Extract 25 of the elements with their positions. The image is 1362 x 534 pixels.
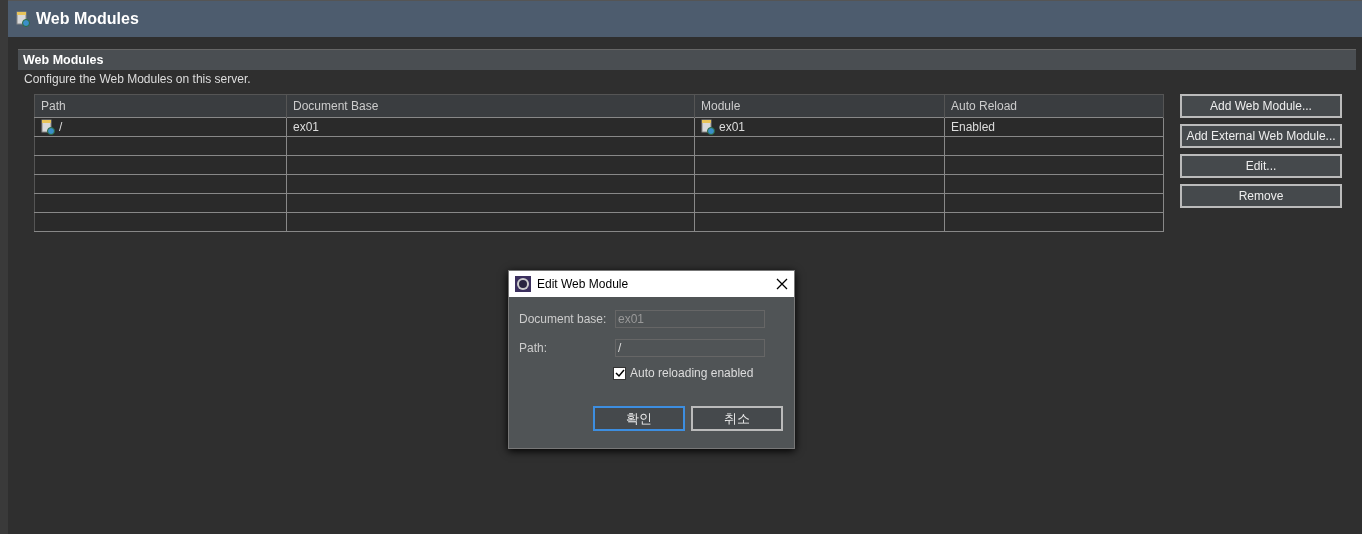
field-label: Document base: [519,312,608,326]
column-header[interactable]: Path [34,94,287,118]
action-button[interactable]: Add External Web Module... [1180,124,1342,148]
dialog-title: Edit Web Module [537,277,630,291]
action-button[interactable]: Edit... [1180,154,1342,178]
dialog-button[interactable]: 취소 [691,406,783,431]
input-field[interactable]: / [615,339,765,357]
table-cell: / [59,120,63,134]
table-cell: ex01 [293,120,320,134]
section-title: Web Modules [18,49,1356,70]
field-label: Path: [519,341,549,355]
column-header[interactable]: Auto Reload [944,94,1164,118]
checkbox-label: Auto reloading enabled [630,366,754,380]
column-header[interactable]: Module [694,94,945,118]
page-title: Web Modules [36,10,139,28]
section-description: Configure the Web Modules on this server. [23,71,252,86]
action-button[interactable]: Remove [1180,184,1342,208]
table-cell: Enabled [951,120,996,134]
close-icon[interactable] [776,278,788,290]
action-button[interactable]: Add Web Module... [1180,94,1342,118]
table-cell: ex01 [719,120,746,134]
dialog-button[interactable]: 확인 [593,406,685,431]
column-header[interactable]: Document Base [286,94,695,118]
checkbox[interactable] [613,366,626,380]
module-icon [16,11,30,27]
